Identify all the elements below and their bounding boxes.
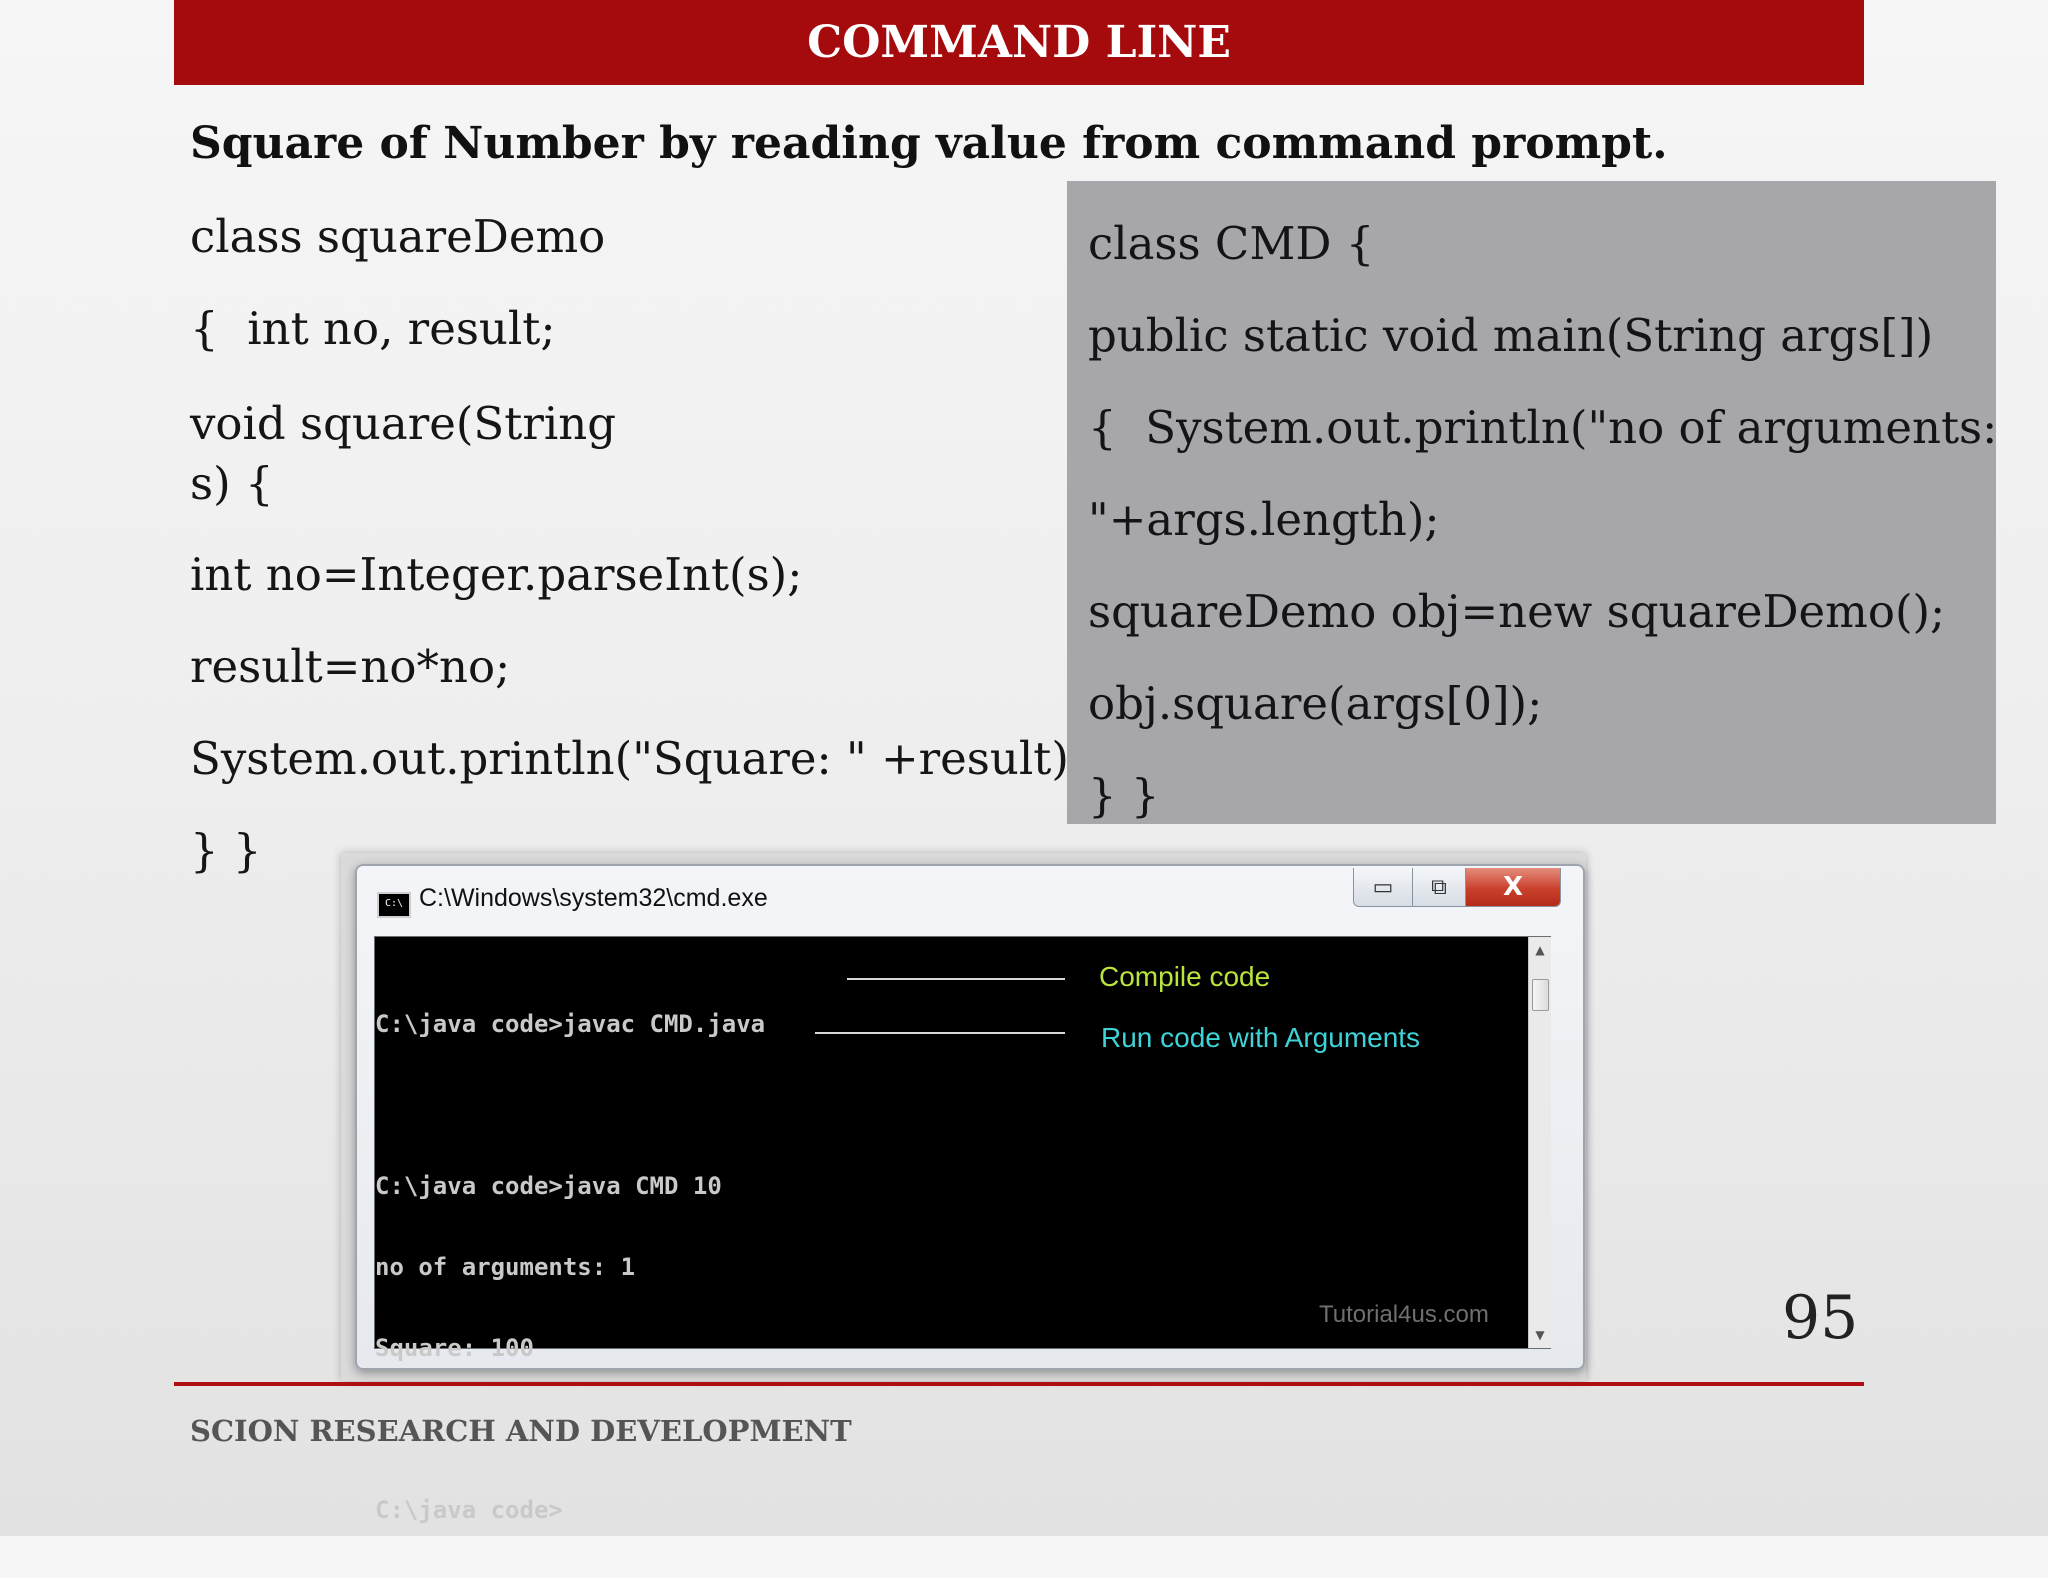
compile-annotation: Compile code xyxy=(1099,961,1271,992)
code-line: { System.out.println("no of arguments: xyxy=(1088,401,1998,454)
slide-subtitle: Square of Number by reading value from c… xyxy=(190,118,1668,169)
footer-organization: SCION RESEARCH AND DEVELOPMENT xyxy=(190,1414,852,1448)
code-line: result=no*no; xyxy=(190,640,511,693)
close-button[interactable]: X xyxy=(1465,868,1561,907)
run-pointer-line xyxy=(815,1032,1065,1034)
square-demo-code: class squareDemo { int no, result; void … xyxy=(190,210,1085,916)
code-line: { int no, result; xyxy=(190,302,556,355)
scroll-up-arrow-icon[interactable]: ▲ xyxy=(1529,939,1551,961)
code-line: } } xyxy=(1088,769,1160,822)
cmd-app-icon: C:\ xyxy=(377,892,411,918)
run-annotation: Run code with Arguments xyxy=(1101,1022,1421,1053)
scroll-down-arrow-icon[interactable]: ▼ xyxy=(1529,1324,1551,1346)
console-text: C:\java code>javac CMD.java C:\java code… xyxy=(375,957,765,1578)
cmd-window: C:\ C:\Windows\system32\cmd.exe ▭ ⧉ X C:… xyxy=(355,864,1585,1524)
page-number: 95 xyxy=(1782,1283,1859,1353)
code-line: squareDemo obj=new squareDemo(); xyxy=(1088,585,1946,638)
slide-header: COMMAND LINE xyxy=(174,0,1864,85)
console-line: C:\java code>java CMD 10 xyxy=(375,1172,722,1200)
code-line: class squareDemo xyxy=(190,210,606,263)
code-line: System.out.println("Square: " +result); xyxy=(190,732,1085,785)
compile-pointer-line xyxy=(847,978,1065,980)
slide-title: COMMAND LINE xyxy=(807,17,1231,68)
code-line: public static void main(String args[]) xyxy=(1088,309,1934,362)
code-line: "+args.length); xyxy=(1088,493,1440,546)
console-output[interactable]: C:\java code>javac CMD.java C:\java code… xyxy=(374,936,1551,1524)
minimize-button[interactable]: ▭ xyxy=(1353,868,1413,907)
maximize-button[interactable]: ⧉ xyxy=(1412,868,1466,907)
code-line: int no=Integer.parseInt(s); xyxy=(190,548,803,601)
cmd-class-code: class CMD { public static void main(Stri… xyxy=(1088,216,1998,860)
console-line: C:\java code>javac CMD.java xyxy=(375,1010,766,1038)
code-line: void square(String s) { xyxy=(190,397,617,510)
footer-divider xyxy=(174,1382,1864,1386)
window-title: C:\Windows\system32\cmd.exe xyxy=(419,884,768,912)
console-line: Square: 100 xyxy=(375,1334,534,1362)
vertical-scrollbar[interactable]: ▲ ▼ xyxy=(1528,937,1551,1348)
scroll-thumb[interactable] xyxy=(1532,979,1549,1011)
watermark: Tutorial4us.com xyxy=(1319,1301,1489,1328)
code-line: class CMD { xyxy=(1088,217,1375,270)
code-line: obj.square(args[0]); xyxy=(1088,677,1543,730)
console-line: C:\java code> xyxy=(375,1496,563,1524)
console-line: no of arguments: 1 xyxy=(375,1253,636,1281)
